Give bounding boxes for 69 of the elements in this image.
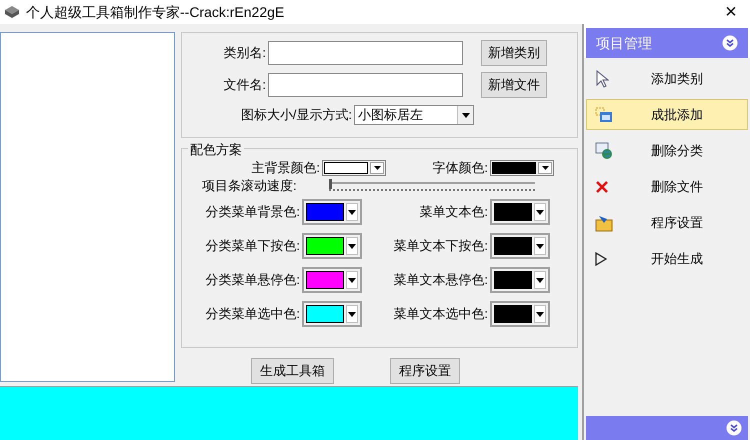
color-dropdown[interactable] xyxy=(302,233,362,259)
color-label: 菜单文本悬停色: xyxy=(392,271,489,290)
play-icon xyxy=(595,252,607,266)
sidebar-item[interactable]: 开始生成 xyxy=(586,243,748,274)
color-label: 字体颜色: xyxy=(431,159,489,178)
field-label: 图标大小/显示方式: xyxy=(240,106,353,124)
color-dropdown[interactable] xyxy=(490,267,550,293)
windows-icon xyxy=(595,106,613,122)
item-label: 程序设置 xyxy=(651,214,703,232)
color-label: 菜单文本选中色: xyxy=(392,305,489,324)
color-dropdown[interactable] xyxy=(490,199,550,225)
dropdown-arrow-icon xyxy=(536,278,544,282)
speed-slider[interactable] xyxy=(328,179,535,193)
color-dropdown[interactable] xyxy=(302,199,362,225)
text-field[interactable] xyxy=(268,41,463,65)
add-button[interactable]: 新增类别 xyxy=(481,40,547,66)
dropdown-arrow-icon xyxy=(542,166,548,170)
dropdown-arrow-icon xyxy=(536,210,544,214)
action-button[interactable]: 生成工具箱 xyxy=(251,358,334,384)
color-label: 菜单文本色: xyxy=(418,203,489,222)
folder-icon xyxy=(595,214,613,232)
sidebar-item[interactable]: 成批添加 xyxy=(586,99,748,130)
item-label: 删除分类 xyxy=(651,142,703,160)
dropdown-arrow-icon xyxy=(348,278,356,282)
sidebar-header[interactable] xyxy=(586,416,748,440)
item-label: 成批添加 xyxy=(651,106,703,124)
sidebar-item[interactable]: 删除分类 xyxy=(586,135,748,166)
color-dropdown[interactable] xyxy=(302,267,362,293)
collapse-icon[interactable] xyxy=(722,35,738,51)
color-dropdown[interactable] xyxy=(302,301,362,327)
color-label: 菜单文本下按色: xyxy=(392,237,489,256)
display-mode-dropdown[interactable]: 小图标居左 xyxy=(354,105,474,125)
cross-icon xyxy=(595,180,609,194)
field-label: 文件名: xyxy=(222,76,267,94)
dropdown-arrow-icon xyxy=(536,312,544,316)
sidebar-item[interactable]: 删除文件 xyxy=(586,171,748,202)
dropdown-arrow-icon xyxy=(536,244,544,248)
dropdown-arrow-icon xyxy=(348,312,356,316)
dropdown-arrow-icon xyxy=(348,244,356,248)
dropdown-arrow-icon xyxy=(348,210,356,214)
color-dropdown[interactable] xyxy=(322,160,386,176)
window-globe-icon xyxy=(595,142,613,160)
add-button[interactable]: 新增文件 xyxy=(481,72,547,98)
collapse-icon[interactable] xyxy=(726,420,742,436)
dropdown-arrow-icon xyxy=(374,166,380,170)
color-label: 分类菜单选中色: xyxy=(204,305,301,324)
window-title: 个人超级工具箱制作专家--Crack:rEn22gE xyxy=(26,2,286,22)
slider-thumb[interactable] xyxy=(328,179,332,189)
speed-label: 项目条滚动速度: xyxy=(202,177,297,196)
app-icon xyxy=(4,5,20,19)
color-label: 主背景颜色: xyxy=(250,159,321,178)
sidebar-item[interactable]: 添加类别 xyxy=(586,63,748,94)
action-button[interactable]: 程序设置 xyxy=(390,358,460,384)
color-label: 分类菜单背景色: xyxy=(204,203,301,222)
color-dropdown[interactable] xyxy=(490,301,550,327)
item-label: 添加类别 xyxy=(651,70,703,88)
sidebar-header[interactable]: 项目管理 xyxy=(586,28,748,58)
item-label: 开始生成 xyxy=(651,250,703,268)
color-label: 分类菜单下按色: xyxy=(204,237,301,256)
item-label: 删除文件 xyxy=(651,178,703,196)
sidebar-item[interactable]: 程序设置 xyxy=(586,207,748,238)
cursor-icon xyxy=(595,70,609,88)
text-field[interactable] xyxy=(268,73,463,97)
color-dropdown[interactable] xyxy=(490,233,550,259)
field-label: 类别名: xyxy=(222,44,267,62)
color-label: 分类菜单悬停色: xyxy=(204,271,301,290)
color-dropdown[interactable] xyxy=(490,160,554,176)
close-button[interactable]: × xyxy=(716,2,746,22)
dropdown-arrow-icon xyxy=(462,112,470,118)
